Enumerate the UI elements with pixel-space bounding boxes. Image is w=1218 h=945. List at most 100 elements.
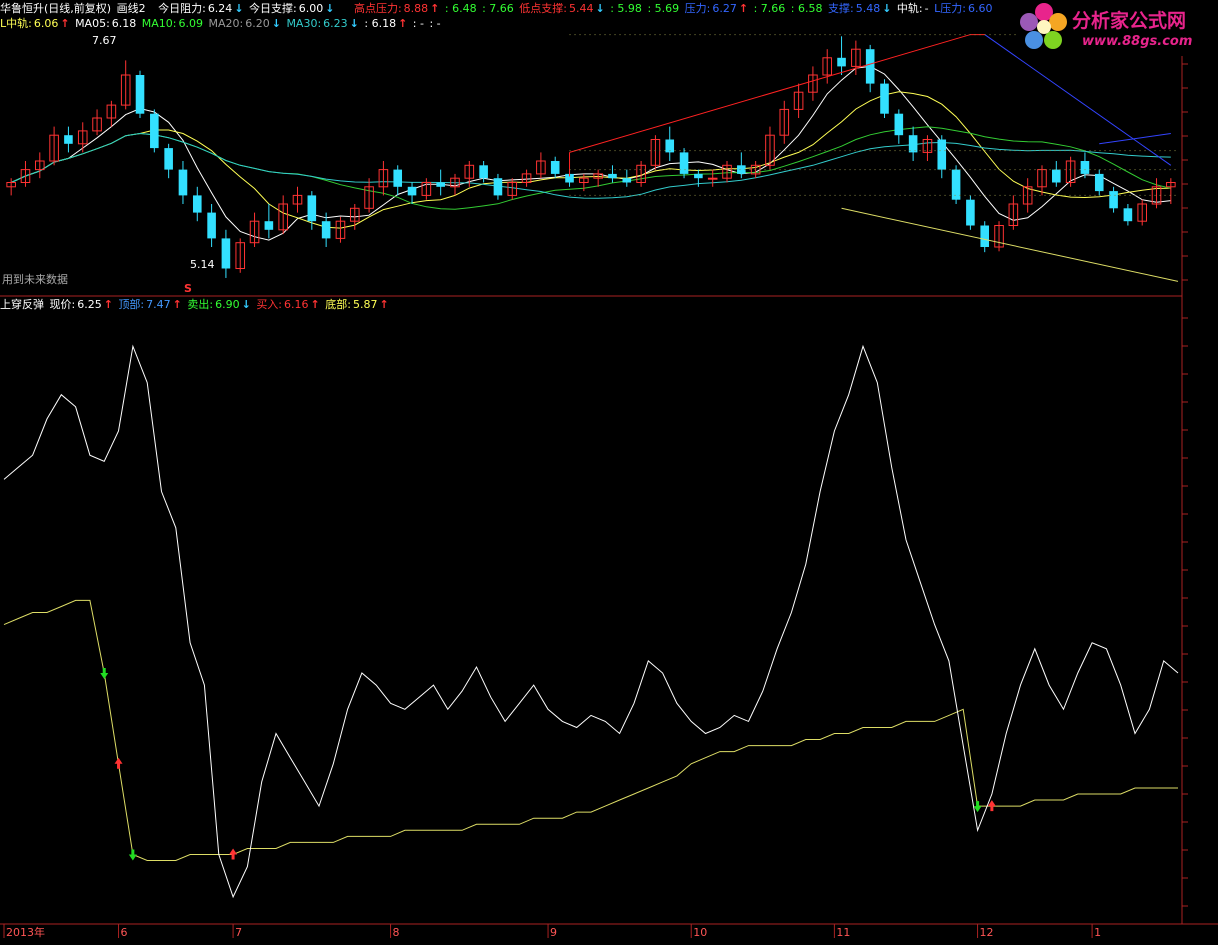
arrow-up-icon: ↑ <box>60 17 70 30</box>
drawing-tool[interactable]: 画线2 <box>117 2 146 15</box>
chart-canvas[interactable]: 2013年6789101112123 7.67 5.14 S <box>0 0 1218 942</box>
flower-logo-icon <box>1020 3 1067 49</box>
pressure-label: 压力: <box>684 2 711 15</box>
extra-value-3: : - <box>429 17 441 30</box>
candle-body <box>1052 169 1061 183</box>
candle-body <box>608 173 617 179</box>
candle-body <box>1080 161 1090 174</box>
arrow-up-icon: ↑ <box>172 298 182 311</box>
support-value: 6.00 <box>298 2 324 15</box>
candle-body <box>135 75 145 114</box>
candle-body <box>264 221 274 230</box>
candle-body <box>436 182 445 187</box>
x-axis-label: 10 <box>693 926 707 939</box>
candle-body <box>307 195 317 222</box>
arrow-down-icon: ↓ <box>882 2 892 15</box>
high-pressure-value: 8.88 <box>403 2 429 15</box>
x-axis-label: 1 <box>1094 926 1101 939</box>
candle-body <box>951 169 961 200</box>
candle-body <box>880 83 889 114</box>
candle-body <box>493 178 503 196</box>
upper-header: 华鲁恒升(日线,前复权) 画线2 今日阻力: 6.24 ↓ 今日支撑: 6.00 ↓ 高… <box>0 2 994 15</box>
candle-body <box>707 177 718 180</box>
candle-body <box>894 113 904 136</box>
ma20-value: 6.20 <box>245 17 270 30</box>
extra-value-2: : - <box>412 17 424 30</box>
lmid-value: 6.06 <box>33 17 59 30</box>
value-5: : 7.66 <box>753 2 786 15</box>
candle-body <box>1109 191 1118 209</box>
site-logo[interactable]: 分析家公式网 www.88gs.com <box>1016 0 1218 56</box>
ma30-label: MA30: <box>286 17 322 30</box>
candle-body <box>865 49 875 84</box>
lmid-label: L中轨: <box>0 17 32 30</box>
sell-label: 卖出: <box>187 298 214 311</box>
x-axis-label: 9 <box>550 926 557 939</box>
resistance-value: 6.24 <box>207 2 233 15</box>
ma05-value: 6.18 <box>111 17 137 30</box>
support-label: 今日支撑: <box>249 2 297 15</box>
high-mark-label: 7.67 <box>92 34 117 47</box>
candle-body <box>980 225 990 247</box>
sell-value: 6.90 <box>215 298 240 311</box>
candle-body <box>550 161 560 174</box>
x-axis-label: 2013年 <box>6 925 45 939</box>
x-axis-label: 11 <box>836 926 850 939</box>
candle-body <box>622 178 632 183</box>
candle-body <box>908 135 918 153</box>
indicator-name: 上穿反弹 <box>0 298 44 311</box>
ma20-label: MA20: <box>208 17 244 30</box>
top-value: 7.47 <box>146 298 171 311</box>
candle-body <box>207 212 216 239</box>
future-data-note: 用到未来数据 <box>2 273 68 286</box>
l-pressure-label: L压力: <box>934 2 966 15</box>
pressure-value: 6.27 <box>712 2 737 15</box>
arrow-down-icon: ↓ <box>349 17 359 30</box>
bottom-value: 5.87 <box>352 298 378 311</box>
bottom-label: 底部: <box>325 298 351 311</box>
x-axis-label: 7 <box>235 926 242 939</box>
candle-body <box>737 165 746 174</box>
mid-label: 中轨: <box>896 2 923 15</box>
candle-body <box>164 148 173 170</box>
candle-body <box>150 113 159 149</box>
mid-value: - <box>924 2 929 15</box>
value-1: : 6.48 <box>444 2 477 15</box>
indicator-header: 上穿反弹 现价: 6.25 ↑ 顶部: 7.47 ↑ 卖出: 6.90 ↓ 买入: 6.16 ↑… <box>0 298 391 311</box>
candle-body <box>1094 173 1104 192</box>
value-6: : 6.58 <box>790 2 823 15</box>
candle-body <box>393 169 403 187</box>
support2-value: 5.48 <box>855 2 881 15</box>
arrow-up-icon: ↑ <box>310 298 320 311</box>
logo-title: 分析家公式网 <box>1072 10 1187 32</box>
l-pressure-value: 6.60 <box>967 2 993 15</box>
arrow-up-icon: ↑ <box>738 2 749 15</box>
arrow-up-icon: ↑ <box>430 2 440 15</box>
arrow-down-icon: ↓ <box>271 17 281 30</box>
price-value: 6.25 <box>77 298 102 311</box>
arrow-up-icon: ↑ <box>103 298 113 311</box>
arrow-up-icon: ↑ <box>379 298 389 311</box>
candle-body <box>192 195 202 213</box>
resistance-label: 今日阻力: <box>158 2 206 15</box>
arrow-down-icon: ↓ <box>234 2 244 15</box>
ma30-value: 6.23 <box>323 17 348 30</box>
arrow-down-icon: ↓ <box>325 2 335 15</box>
candle-body <box>479 165 488 179</box>
ma10-value: 6.09 <box>178 17 204 30</box>
candle-body <box>1123 208 1133 222</box>
candle-body <box>178 169 188 196</box>
price-label: 现价: <box>49 298 76 311</box>
value-3: : 5.98 <box>610 2 642 15</box>
candle-body <box>694 173 703 179</box>
arrow-down-icon: ↓ <box>241 298 251 311</box>
security-title: 华鲁恒升(日线,前复权) <box>0 2 112 15</box>
buy-value: 6.16 <box>284 298 309 311</box>
candle-body <box>679 152 689 174</box>
candle-body <box>937 139 947 170</box>
low-mark-label: 5.14 <box>190 258 215 271</box>
candle-body <box>321 221 331 239</box>
ma10-label: MA10: <box>141 17 177 30</box>
ma-header: L中轨: 6.06 ↑ MA05: 6.18 MA10: 6.09 MA20: 6.20 ↓… <box>0 17 443 30</box>
arrow-up-icon: ↑ <box>398 17 408 30</box>
